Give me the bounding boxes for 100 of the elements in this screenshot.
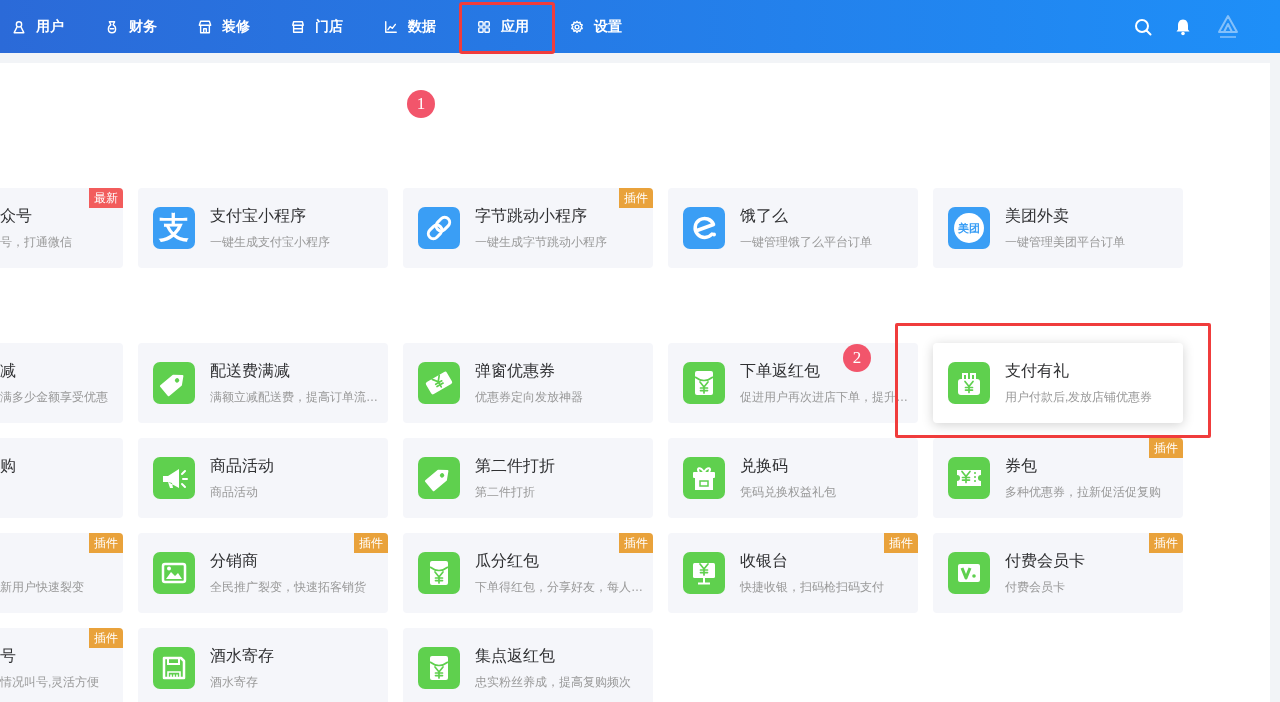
nav-item[interactable]: 应用	[457, 0, 549, 53]
card-description: 商品活动	[210, 484, 259, 501]
notification-bell-icon[interactable]	[1174, 17, 1192, 36]
nav-item[interactable]: 用户	[0, 0, 84, 53]
envelope-icon	[418, 552, 460, 594]
card-title: 分销商	[210, 551, 259, 571]
nav-item[interactable]: 门店	[271, 0, 363, 53]
app-card[interactable]: 插件 字节跳动小程序 一键生成字节跳动小程序	[403, 188, 653, 268]
app-card[interactable]: 最新 众号 号，打通微信	[0, 188, 123, 268]
card-description: 满多少金额享受优惠	[0, 389, 108, 406]
card-title: 商品活动	[210, 456, 274, 476]
card-description: 付费会员卡	[1005, 579, 1066, 596]
card-title: 购	[0, 456, 16, 476]
tag-icon	[153, 362, 195, 404]
line-chart-icon	[384, 19, 398, 34]
store-icon	[291, 19, 305, 34]
card-title: 号	[0, 646, 17, 666]
app-card[interactable]: 插件 券包 多种优惠券，拉新促活促复购	[933, 438, 1183, 518]
card-title: 下单返红包	[740, 361, 821, 381]
coupon-icon	[948, 457, 990, 499]
app-card[interactable]: 弹窗优惠券 优惠券定向发放神器	[403, 343, 653, 423]
app-card[interactable]: 第二件打折 第二件打折	[403, 438, 653, 518]
nav-item[interactable]: 设置	[550, 0, 642, 53]
monitor-icon	[683, 552, 725, 594]
card-title: 美团外卖	[1005, 206, 1070, 226]
search-icon[interactable]	[1134, 17, 1152, 36]
gift-bag-icon	[948, 362, 990, 404]
card-title: 配送费满减	[210, 361, 291, 381]
corner-label: 插件	[884, 533, 918, 553]
card-title: 弹窗优惠券	[475, 361, 556, 381]
card-description: 新用户快速裂变	[0, 579, 84, 596]
app-card[interactable]: 购	[0, 438, 123, 518]
app-card[interactable]: 饿了么 一键管理饿了么平台订单	[668, 188, 918, 268]
card-title: 众号	[0, 206, 33, 226]
card-title: 支付有礼	[1005, 361, 1070, 381]
grid-icon	[477, 19, 491, 34]
card-description: 优惠券定向发放神器	[475, 389, 583, 406]
app-card[interactable]: 插件 分销商 全民推广裂变，快速拓客销货	[138, 533, 388, 613]
card-description: 凭码兑换权益礼包	[740, 484, 836, 501]
swirl-logo-icon	[683, 207, 725, 249]
logo-text: 美团	[954, 213, 984, 243]
corner-label: 插件	[89, 533, 123, 553]
envelope-icon	[683, 362, 725, 404]
card-title: 支付宝小程序	[210, 206, 307, 226]
app-card[interactable]: 支付有礼 用户付款后,发放店铺优惠券	[933, 343, 1183, 423]
app-card[interactable]: 酒水寄存 酒水寄存	[138, 628, 388, 702]
app-card[interactable]: 支 支付宝小程序 一键生成支付宝小程序	[138, 188, 388, 268]
corner-label: 插件	[619, 533, 653, 553]
gift-box-icon	[683, 457, 725, 499]
card-description: 情况叫号,灵活方便	[0, 674, 100, 691]
nav-item[interactable]: 装修	[178, 0, 270, 53]
card-title: 收银台	[740, 551, 789, 571]
picture-icon	[153, 552, 195, 594]
app-card[interactable]: 集点返红包 忠实粉丝养成，提高复购频次	[403, 628, 653, 702]
app-card[interactable]: 减 满多少金额享受优惠	[0, 343, 123, 423]
app-card[interactable]: 兑换码 凭码兑换权益礼包	[668, 438, 918, 518]
user-icon	[12, 19, 26, 34]
card-title: 兑换码	[740, 456, 789, 476]
corner-label: 插件	[619, 188, 653, 208]
step-marker: 2	[843, 344, 871, 372]
card-title: 酒水寄存	[210, 646, 274, 666]
app-card[interactable]: 商品活动 商品活动	[138, 438, 388, 518]
corner-label: 插件	[1149, 438, 1183, 458]
card-description: 忠实粉丝养成，提高复购频次	[475, 674, 631, 691]
card-title: 付费会员卡	[1005, 551, 1085, 571]
card-description: 一键管理美团平台订单	[1005, 234, 1125, 251]
corner-label: 插件	[89, 628, 123, 648]
app-card[interactable]: 美团 美团外卖 一键管理美团平台订单	[933, 188, 1183, 268]
app-card[interactable]: 插件 瓜分红包 下单得红包，分享好友，每人…	[403, 533, 653, 613]
corner-label: 最新	[89, 188, 123, 208]
card-description: 多种优惠券，拉新促活促复购	[1005, 484, 1161, 501]
corner-label: 插件	[354, 533, 388, 553]
card-description: 一键生成字节跳动小程序	[475, 234, 607, 251]
shop-icon	[198, 19, 212, 34]
link-icon	[418, 207, 460, 249]
card-description: 全民推广裂变，快速拓客销货	[210, 579, 366, 596]
card-title: 集点返红包	[475, 646, 556, 666]
envelope-icon	[418, 647, 460, 689]
money-bag-icon	[105, 19, 119, 34]
megaphone-icon	[153, 457, 195, 499]
card-title: 饿了么	[740, 206, 789, 226]
card-description: 号，打通微信	[0, 234, 72, 251]
card-description: 第二件打折	[475, 484, 536, 501]
card-description: 酒水寄存	[210, 674, 259, 691]
card-title: 字节跳动小程序	[475, 206, 588, 226]
app-card[interactable]: 插件 付费会员卡 付费会员卡	[933, 533, 1183, 613]
app-card[interactable]: 2 下单返红包 促进用户再次进店下单，提升…	[668, 343, 918, 423]
card-description: 快捷收银，扫码枪扫码支付	[740, 579, 884, 596]
app-card[interactable]: 插件 号 情况叫号,灵活方便	[0, 628, 123, 702]
card-description: 一键管理饿了么平台订单	[740, 234, 872, 251]
app-card[interactable]: 配送费满减 满额立减配送费，提高订单流…	[138, 343, 388, 423]
card-description: 用户付款后,发放店铺优惠券	[1005, 389, 1153, 406]
nav-item[interactable]: 数据	[364, 0, 456, 53]
card-description: 一键生成支付宝小程序	[210, 234, 330, 251]
card-title: 减	[0, 361, 17, 381]
app-card[interactable]: 插件 收银台 快捷收银，扫码枪扫码支付	[668, 533, 918, 613]
card-title: 券包	[1005, 456, 1038, 476]
nav-item[interactable]: 财务	[85, 0, 177, 53]
logo-text: 支	[159, 211, 189, 245]
step-marker: 1	[407, 90, 435, 118]
